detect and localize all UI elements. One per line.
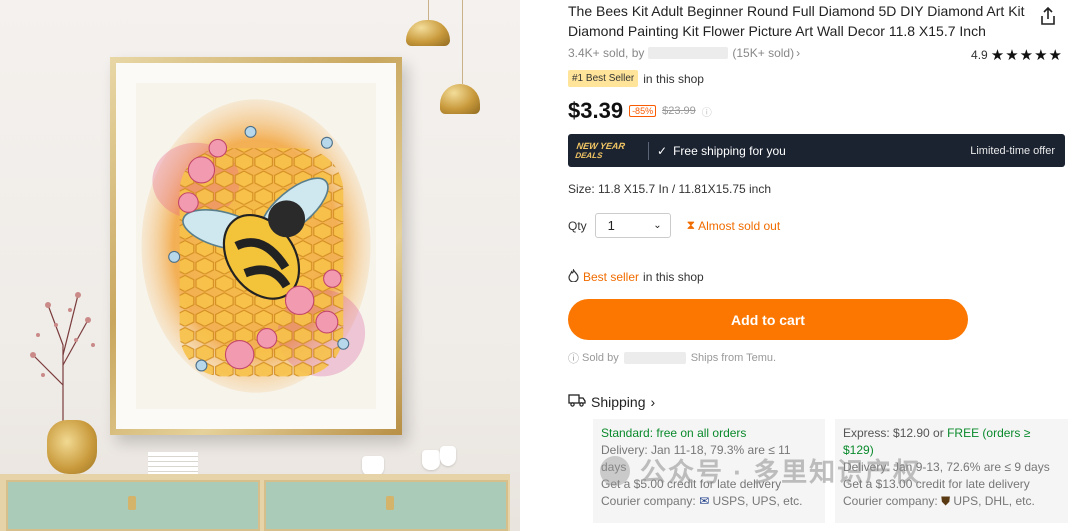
express-shipping-card[interactable]: Express: $12.90 or FREE (orders ≥ $129) …	[835, 419, 1068, 523]
standard-courier: Courier company: ✉ USPS, UPS, etc.	[601, 493, 817, 510]
chevron-right-icon[interactable]: ›	[796, 46, 800, 60]
quantity-value: 1	[607, 218, 615, 233]
standard-credit: Get a $5.00 credit for late delivery	[601, 477, 782, 491]
standard-title: Standard: free on all orders	[601, 426, 747, 440]
product-details: The Bees Kit Adult Beginner Round Full D…	[568, 0, 1080, 531]
sold-count: 3.4K+ sold, by	[568, 46, 645, 60]
star-icon: ★	[1034, 47, 1048, 64]
usps-icon: ✉	[699, 494, 710, 508]
almost-sold-out: ⧗ Almost sold out	[687, 218, 780, 233]
promo-tag-line1: NEW YEAR	[576, 140, 626, 151]
rating-stars: ★ ★ ★ ★ ★	[991, 46, 1062, 64]
discount-badge: -85%	[629, 105, 657, 117]
share-icon[interactable]	[1038, 6, 1058, 26]
almost-sold-out-text: Almost sold out	[698, 218, 781, 233]
check-icon: ✓	[657, 143, 668, 158]
best-seller-badge: #1 Best Seller	[568, 70, 639, 87]
seller-name-blurred[interactable]	[623, 352, 686, 364]
best-seller-suffix: in this shop	[643, 71, 704, 86]
best-seller-info: Best seller in this shop	[568, 268, 704, 285]
express-delivery: Delivery: Jan 9-13, 72.6% are ≤ 9 days	[843, 460, 1050, 474]
hourglass-icon: ⧗	[686, 218, 696, 232]
express-title: Express: $12.90 or FREE (orders ≥ $129)	[843, 425, 1060, 459]
plant-pot	[440, 446, 456, 466]
chevron-right-icon: ›	[650, 393, 656, 410]
vase	[47, 420, 97, 474]
standard-shipping-card[interactable]: Standard: free on all orders Delivery: J…	[593, 419, 825, 523]
product-image[interactable]	[0, 0, 520, 531]
ships-from: Ships from Temu.	[690, 352, 777, 364]
books	[148, 452, 198, 474]
best-seller-line: #1 Best Seller in this shop	[568, 70, 704, 87]
picture-frame	[110, 57, 402, 435]
courier-list: UPS, DHL, etc.	[953, 494, 1035, 508]
star-icon: ★	[1048, 47, 1062, 64]
star-icon: ★	[990, 47, 1005, 64]
best-seller-highlight: Best seller	[583, 270, 640, 284]
sold-by-line: ⓘ Sold by Ships from Temu.	[568, 350, 776, 366]
current-price: $3.39	[568, 98, 624, 123]
ups-icon: ⛊	[941, 494, 951, 508]
plant-pot	[422, 450, 440, 470]
courier-label: Courier company:	[601, 494, 696, 508]
star-icon: ★	[1019, 47, 1034, 64]
express-courier: Courier company: ⛊ UPS, DHL, etc.	[843, 493, 1060, 510]
express-credit: Get a $13.00 credit for late delivery	[843, 477, 1030, 491]
product-title: The Bees Kit Adult Beginner Round Full D…	[568, 3, 1025, 39]
rating-value: 4.9	[971, 48, 988, 62]
promo-tag-line2: DEALS	[574, 150, 604, 160]
bee-artwork	[136, 83, 376, 409]
quantity-select[interactable]: 1 ⌄	[594, 213, 671, 238]
cabinet-knob	[128, 496, 136, 510]
free-shipping-text: Free shipping for you	[673, 143, 786, 158]
branch-decoration	[30, 292, 95, 430]
express-price: Express: $12.90 or	[843, 426, 944, 440]
cabinet-knob	[386, 496, 394, 510]
lamp-cord	[428, 0, 429, 22]
limited-time-offer: Limited-time offer	[970, 144, 1055, 157]
standard-delivery: Delivery: Jan 11-18, 79.3% are ≤ 11 days	[601, 443, 791, 474]
pot	[362, 456, 384, 476]
price-row: $3.39 -85% $23.99 ⓘ	[568, 98, 712, 124]
info-icon: ⓘ	[568, 353, 579, 365]
courier-list: USPS, UPS, etc.	[712, 494, 803, 508]
pendant-lamp	[406, 20, 450, 46]
qty-label: Qty	[568, 218, 587, 233]
info-icon[interactable]: ⓘ	[702, 104, 712, 119]
flame-icon	[568, 268, 579, 285]
chevron-down-icon: ⌄	[653, 220, 662, 231]
star-icon: ★	[1005, 47, 1019, 64]
add-to-cart-button[interactable]: Add to cart	[568, 299, 968, 340]
rating[interactable]: 4.9 ★ ★ ★ ★ ★	[971, 46, 1062, 64]
best-seller-shop-text: in this shop	[643, 270, 704, 284]
quantity-row: Qty 1 ⌄ ⧗ Almost sold out	[568, 213, 780, 238]
promo-banner[interactable]: NEW YEAR DEALS ✓ Free shipping for you L…	[568, 134, 1065, 167]
seller-sold-count[interactable]: (15K+ sold)	[732, 46, 794, 60]
original-price: $23.99	[662, 105, 696, 117]
sold-by-prefix: Sold by	[582, 352, 619, 364]
size-selection[interactable]: Size: 11.8 X15.7 In / 11.81X15.75 inch	[568, 182, 771, 196]
sold-info: 3.4K+ sold, by (15K+ sold) ›	[568, 46, 800, 60]
courier-label: Courier company:	[843, 494, 938, 508]
shipping-header[interactable]: Shipping ›	[568, 393, 655, 410]
seller-name-blurred[interactable]	[648, 47, 729, 59]
truck-icon	[568, 393, 586, 410]
pendant-lamp	[440, 84, 480, 114]
lamp-cord	[462, 0, 463, 84]
shipping-label: Shipping	[591, 393, 646, 410]
new-year-deals-tag: NEW YEAR DEALS	[566, 134, 651, 167]
